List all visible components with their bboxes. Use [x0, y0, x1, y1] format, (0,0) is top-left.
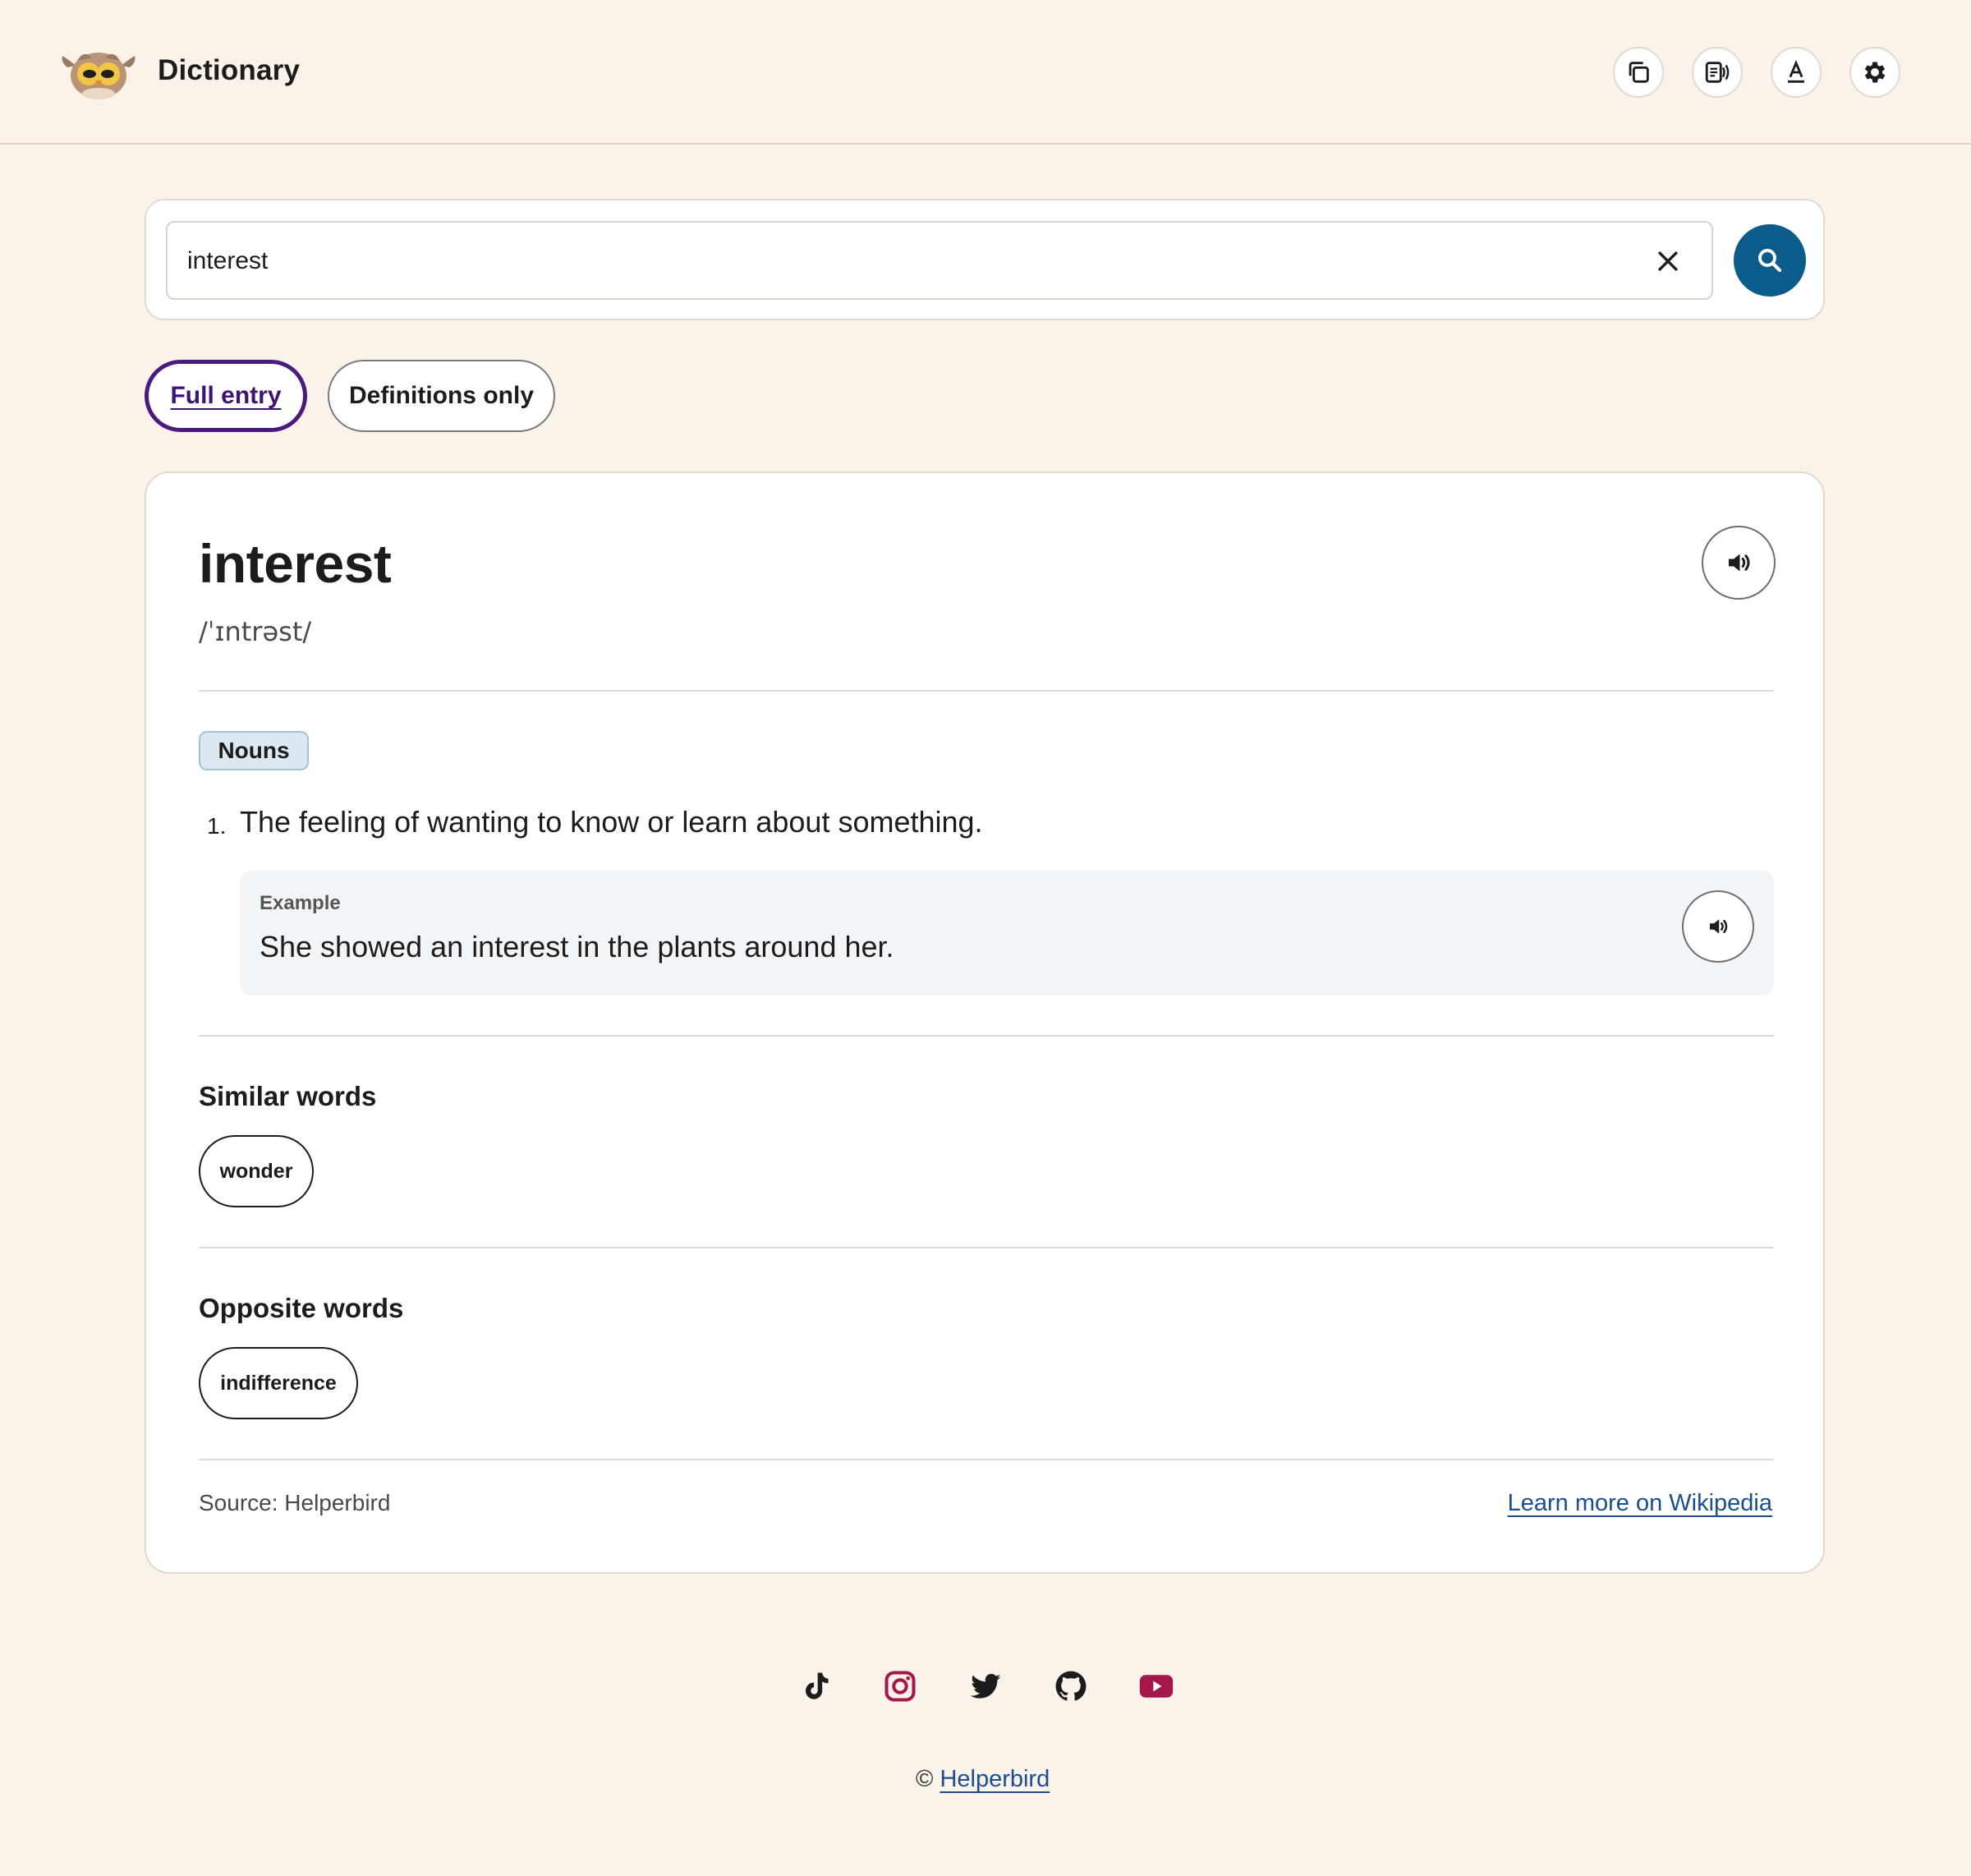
settings-button[interactable] [1849, 47, 1900, 98]
opposite-word-chip[interactable]: indifference [199, 1347, 358, 1419]
text-style-button[interactable] [1771, 47, 1822, 98]
example-label: Example [260, 892, 341, 914]
entry-word: interest [199, 533, 392, 594]
divider [199, 1035, 1774, 1037]
read-aloud-icon [1705, 62, 1730, 83]
copy-icon [1629, 62, 1649, 83]
close-icon [1658, 251, 1678, 271]
copy-button[interactable] [1613, 47, 1664, 98]
app-title: Dictionary [158, 54, 301, 86]
clear-search-button[interactable] [1649, 242, 1687, 280]
text-style-icon [1788, 59, 1804, 83]
example-box: Example She showed an interest in the pl… [240, 871, 1774, 995]
youtube-link[interactable] [1136, 1666, 1177, 1707]
tab-full-entry-label: Full entry [170, 382, 282, 409]
twitter-link[interactable] [965, 1666, 1006, 1707]
play-example-audio-button[interactable] [1682, 890, 1754, 963]
tab-definitions-only[interactable]: Definitions only [328, 360, 555, 432]
definition-number: 1. [207, 813, 227, 839]
source-text: Source: Helperbird [199, 1490, 391, 1515]
play-word-audio-button[interactable] [1702, 526, 1776, 600]
tiktok-icon [806, 1672, 829, 1699]
read-aloud-button[interactable] [1692, 47, 1743, 98]
app-header: Dictionary [0, 0, 1971, 145]
twitter-icon [970, 1673, 1001, 1699]
similar-words-title: Similar words [199, 1081, 377, 1111]
entry-phonetic: /ˈɪntrəst/ [199, 616, 312, 647]
search-field [166, 221, 1713, 300]
youtube-icon [1139, 1675, 1174, 1698]
tab-definitions-only-label: Definitions only [349, 382, 534, 409]
example-text: She showed an interest in the plants aro… [260, 930, 894, 963]
instagram-link[interactable] [880, 1666, 921, 1707]
copyright: © Helperbird [916, 1766, 1050, 1793]
search-icon [1758, 249, 1782, 273]
search-input[interactable] [187, 241, 1633, 282]
tab-full-entry[interactable]: Full entry [145, 360, 307, 432]
instagram-icon [884, 1671, 916, 1702]
helperbird-link[interactable]: Helperbird [940, 1766, 1050, 1792]
similar-word-chip[interactable]: wonder [199, 1135, 314, 1207]
search-card [145, 199, 1825, 320]
opposite-words-title: Opposite words [199, 1293, 404, 1323]
search-button[interactable] [1734, 224, 1806, 297]
entry-card: interest /ˈɪntrəst/ Nouns 1. The feeling… [145, 471, 1825, 1574]
gear-icon [1864, 62, 1886, 83]
divider [199, 1459, 1774, 1460]
divider [199, 690, 1774, 692]
part-of-speech-badge: Nouns [199, 731, 309, 770]
tiktok-link[interactable] [794, 1666, 835, 1707]
speaker-icon [1710, 919, 1728, 934]
definition-text: The feeling of wanting to know or learn … [240, 805, 983, 839]
github-link[interactable] [1050, 1666, 1091, 1707]
wikipedia-link[interactable]: Learn more on Wikipedia [1508, 1490, 1772, 1517]
owl-logo-icon [59, 43, 138, 102]
divider [199, 1247, 1774, 1248]
copyright-symbol: © [916, 1766, 934, 1792]
speaker-icon [1729, 554, 1750, 572]
github-icon [1055, 1671, 1087, 1701]
